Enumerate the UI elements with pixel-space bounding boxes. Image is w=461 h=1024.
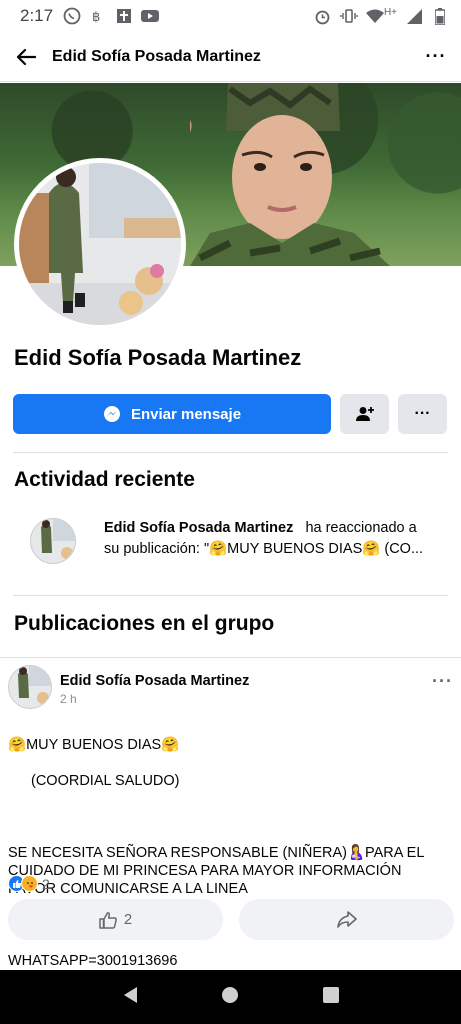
hug-emoji-icon: 🤗 [161, 737, 180, 753]
back-triangle-icon [123, 986, 137, 1003]
hug-emoji-icon: 🤗 [209, 541, 228, 557]
post-text: 🤗MUY BUENOS DIAS🤗 (COORDIAL SALUDO) SE N… [8, 718, 453, 988]
battery-icon [431, 7, 449, 25]
profile-more-button[interactable]: ··· [398, 394, 447, 434]
post-more-button[interactable]: ··· [432, 665, 453, 709]
post-author-name[interactable]: Edid Sofía Posada Martinez [60, 673, 249, 689]
share-button[interactable] [239, 899, 454, 940]
home-nav-button[interactable] [221, 986, 239, 1009]
activity-item[interactable]: Edid Sofía Posada Martinez ha reaccionad… [30, 518, 450, 564]
hug-emoji-icon: 🤗 [8, 737, 27, 753]
post-timestamp[interactable]: 2 h [60, 692, 249, 706]
share-icon [336, 911, 357, 928]
hug-emoji-icon: 🤗 [362, 541, 381, 557]
post-header: Edid Sofía Posada Martinez 2 h ··· [8, 665, 453, 709]
woman-feeding-baby-emoji-icon: 🤱 [346, 845, 366, 861]
post-paragraph-1a: SE NECESITA SEÑORA RESPONSABLE (NIÑERA) [8, 845, 347, 861]
send-message-label: Enviar mensaje [130, 405, 242, 423]
activity-text: Edid Sofía Posada Martinez ha reaccionad… [104, 518, 434, 564]
activity-avatar [30, 518, 76, 564]
post-line-1: MUY BUENOS DIAS [26, 737, 162, 753]
reactions-summary[interactable]: 2 [8, 875, 50, 892]
divider [13, 452, 448, 453]
arrow-left-icon [16, 48, 36, 65]
profile-picture[interactable] [14, 158, 186, 330]
alarm-icon [314, 7, 332, 25]
notification-icon: ฿ [89, 7, 107, 25]
post-author-avatar[interactable] [8, 665, 52, 709]
svg-text:฿: ฿ [92, 10, 100, 24]
recents-square-icon [323, 986, 340, 1003]
youtube-icon [141, 7, 160, 25]
activity-text-part3: (CO... [380, 541, 424, 557]
profile-name: Edid Sofía Posada Martinez [14, 345, 302, 370]
whatsapp-icon [63, 7, 81, 25]
activity-text-part2: MUY BUENOS DIAS [227, 541, 363, 557]
care-reaction-icon [21, 875, 38, 892]
post-actions: 2 [8, 899, 454, 940]
thumbs-up-icon [99, 911, 117, 929]
like-button[interactable]: 2 [8, 899, 223, 940]
like-count: 2 [123, 911, 133, 928]
signal-icon [405, 7, 423, 25]
post-line-2: (COORDIAL SALUDO) [31, 773, 180, 789]
back-nav-button[interactable] [122, 986, 138, 1009]
system-navigation-bar [0, 970, 461, 1024]
cover-figure [190, 83, 390, 266]
home-circle-icon [222, 986, 239, 1003]
post-phone: WHATSAPP=3001913696 [8, 953, 178, 969]
recents-nav-button[interactable] [323, 986, 340, 1008]
reaction-count: 2 [42, 875, 50, 892]
wifi-icon [365, 7, 384, 25]
back-button[interactable] [0, 32, 52, 82]
app-icon [115, 7, 133, 25]
messenger-icon [103, 406, 120, 422]
divider [13, 595, 448, 596]
app-bar-title: Edid Sofía Posada Martinez [52, 47, 261, 65]
status-bar: 2:17 ฿ H+ [0, 0, 461, 32]
group-posts-heading: Publicaciones en el grupo [14, 612, 275, 635]
add-friend-button[interactable] [340, 394, 389, 434]
send-message-button[interactable]: Enviar mensaje [13, 394, 331, 434]
post-separator [0, 657, 461, 658]
add-friend-icon [355, 407, 374, 421]
profile-actions: Enviar mensaje ··· [13, 394, 448, 434]
network-type-label: H+ [383, 6, 397, 18]
vibrate-icon [340, 7, 358, 25]
status-time: 2:17 [20, 6, 54, 25]
app-bar: Edid Sofía Posada Martinez ··· [0, 32, 461, 82]
profile-picture-image [19, 163, 181, 325]
recent-activity-heading: Actividad reciente [14, 468, 195, 491]
activity-author: Edid Sofía Posada Martinez [104, 520, 294, 536]
more-options-button[interactable]: ··· [411, 32, 461, 82]
